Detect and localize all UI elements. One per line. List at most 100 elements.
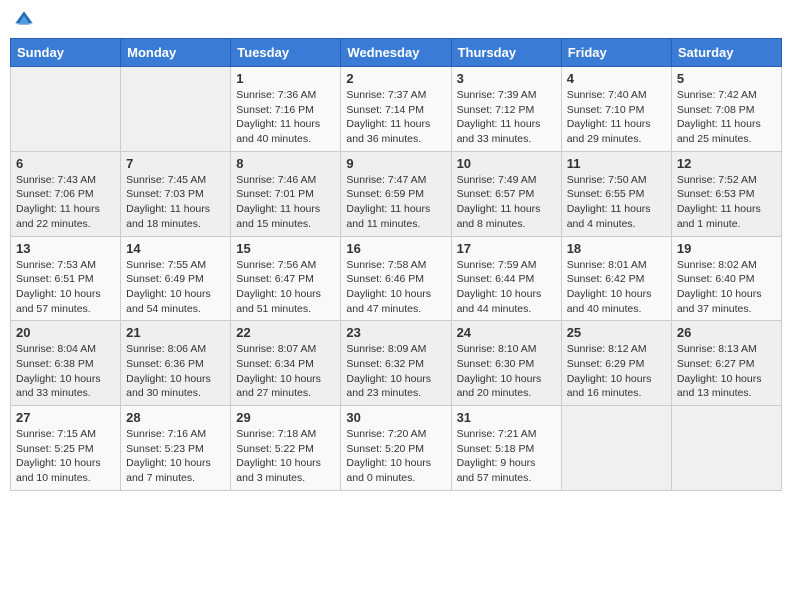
weekday-header-tuesday: Tuesday [231,39,341,67]
weekday-header-sunday: Sunday [11,39,121,67]
day-info: Sunrise: 7:16 AM Sunset: 5:23 PM Dayligh… [126,427,225,486]
day-number: 25 [567,325,666,340]
day-cell: 3Sunrise: 7:39 AM Sunset: 7:12 PM Daylig… [451,67,561,152]
day-info: Sunrise: 8:13 AM Sunset: 6:27 PM Dayligh… [677,342,776,401]
day-info: Sunrise: 8:07 AM Sunset: 6:34 PM Dayligh… [236,342,335,401]
day-cell [11,67,121,152]
day-info: Sunrise: 8:02 AM Sunset: 6:40 PM Dayligh… [677,258,776,317]
day-number: 22 [236,325,335,340]
logo-icon [14,10,34,30]
weekday-header-monday: Monday [121,39,231,67]
day-cell: 16Sunrise: 7:58 AM Sunset: 6:46 PM Dayli… [341,236,451,321]
day-cell: 17 Sunrise: 7:59 AM Sunset: 6:44 PM Dayli… [451,236,561,321]
day-number: 9 [346,156,445,171]
day-number: 18 [567,241,666,256]
page-header [10,10,782,30]
day-cell: 25 Sunrise: 8:12 AM Sunset: 6:29 PM Dayli… [561,321,671,406]
day-cell: 20 Sunrise: 8:04 AM Sunset: 6:38 PM Dayli… [11,321,121,406]
day-cell: 23 Sunrise: 8:09 AM Sunset: 6:32 PM Dayli… [341,321,451,406]
day-number: 12 [677,156,776,171]
day-info: Sunrise: 7:21 AM Sunset: 5:18 PM Dayligh… [457,427,556,486]
day-number: 11 [567,156,666,171]
day-cell: 11 Sunrise: 7:50 AM Sunset: 6:55 PM Dayli… [561,151,671,236]
day-number: 21 [126,325,225,340]
week-row-2: 6 Sunrise: 7:43 AM Sunset: 7:06 PM Daylig… [11,151,782,236]
day-info: Sunrise: 7:20 AM Sunset: 5:20 PM Dayligh… [346,427,445,486]
day-cell: 26 Sunrise: 8:13 AM Sunset: 6:27 PM Dayli… [671,321,781,406]
day-cell: 10Sunrise: 7:49 AM Sunset: 6:57 PM Dayli… [451,151,561,236]
day-cell: 27 Sunrise: 7:15 AM Sunset: 5:25 PM Dayli… [11,406,121,491]
day-cell: 1Sunrise: 7:36 AM Sunset: 7:16 PM Daylig… [231,67,341,152]
day-info: Sunrise: 7:45 AM Sunset: 7:03 PM Dayligh… [126,173,225,232]
day-info: Sunrise: 8:06 AM Sunset: 6:36 PM Dayligh… [126,342,225,401]
day-number: 5 [677,71,776,86]
weekday-header-saturday: Saturday [671,39,781,67]
day-number: 30 [346,410,445,425]
day-cell [121,67,231,152]
day-cell: 4 Sunrise: 7:40 AM Sunset: 7:10 PM Daylig… [561,67,671,152]
day-number: 13 [16,241,115,256]
day-info: Sunrise: 7:43 AM Sunset: 7:06 PM Dayligh… [16,173,115,232]
day-cell: 12 Sunrise: 7:52 AM Sunset: 6:53 PM Dayli… [671,151,781,236]
day-number: 28 [126,410,225,425]
day-cell: 30 Sunrise: 7:20 AM Sunset: 5:20 PM Dayli… [341,406,451,491]
day-info: Sunrise: 8:10 AM Sunset: 6:30 PM Dayligh… [457,342,556,401]
day-info: Sunrise: 7:46 AM Sunset: 7:01 PM Dayligh… [236,173,335,232]
day-info: Sunrise: 7:49 AM Sunset: 6:57 PM Dayligh… [457,173,556,232]
logo [14,10,38,30]
day-number: 16 [346,241,445,256]
day-info: Sunrise: 7:36 AM Sunset: 7:16 PM Dayligh… [236,88,335,147]
day-number: 26 [677,325,776,340]
week-row-1: 1Sunrise: 7:36 AM Sunset: 7:16 PM Daylig… [11,67,782,152]
weekday-header-thursday: Thursday [451,39,561,67]
day-cell: 19 Sunrise: 8:02 AM Sunset: 6:40 PM Dayli… [671,236,781,321]
day-cell: 2 Sunrise: 7:37 AM Sunset: 7:14 PM Daylig… [341,67,451,152]
day-info: Sunrise: 7:50 AM Sunset: 6:55 PM Dayligh… [567,173,666,232]
weekday-header-row: SundayMondayTuesdayWednesdayThursdayFrid… [11,39,782,67]
day-cell: 5 Sunrise: 7:42 AM Sunset: 7:08 PM Daylig… [671,67,781,152]
day-number: 20 [16,325,115,340]
week-row-3: 13 Sunrise: 7:53 AM Sunset: 6:51 PM Dayli… [11,236,782,321]
weekday-header-friday: Friday [561,39,671,67]
day-cell: 24 Sunrise: 8:10 AM Sunset: 6:30 PM Dayli… [451,321,561,406]
day-number: 14 [126,241,225,256]
day-cell: 15Sunrise: 7:56 AM Sunset: 6:47 PM Dayli… [231,236,341,321]
day-number: 24 [457,325,556,340]
day-number: 6 [16,156,115,171]
day-cell: 6 Sunrise: 7:43 AM Sunset: 7:06 PM Daylig… [11,151,121,236]
day-cell: 21 Sunrise: 8:06 AM Sunset: 6:36 PM Dayli… [121,321,231,406]
weekday-header-wednesday: Wednesday [341,39,451,67]
day-number: 17 [457,241,556,256]
day-number: 3 [457,71,556,86]
day-info: Sunrise: 7:52 AM Sunset: 6:53 PM Dayligh… [677,173,776,232]
day-info: Sunrise: 8:09 AM Sunset: 6:32 PM Dayligh… [346,342,445,401]
day-cell: 28 Sunrise: 7:16 AM Sunset: 5:23 PM Dayli… [121,406,231,491]
day-info: Sunrise: 8:04 AM Sunset: 6:38 PM Dayligh… [16,342,115,401]
day-cell: 8 Sunrise: 7:46 AM Sunset: 7:01 PM Daylig… [231,151,341,236]
day-cell: 18Sunrise: 8:01 AM Sunset: 6:42 PM Dayli… [561,236,671,321]
day-number: 4 [567,71,666,86]
day-info: Sunrise: 7:59 AM Sunset: 6:44 PM Dayligh… [457,258,556,317]
day-info: Sunrise: 7:37 AM Sunset: 7:14 PM Dayligh… [346,88,445,147]
day-cell: 29Sunrise: 7:18 AM Sunset: 5:22 PM Dayli… [231,406,341,491]
day-number: 23 [346,325,445,340]
day-cell: 9Sunrise: 7:47 AM Sunset: 6:59 PM Daylig… [341,151,451,236]
calendar-table: SundayMondayTuesdayWednesdayThursdayFrid… [10,38,782,491]
day-number: 19 [677,241,776,256]
day-number: 8 [236,156,335,171]
day-info: Sunrise: 7:53 AM Sunset: 6:51 PM Dayligh… [16,258,115,317]
day-info: Sunrise: 8:12 AM Sunset: 6:29 PM Dayligh… [567,342,666,401]
day-number: 31 [457,410,556,425]
day-cell: 14 Sunrise: 7:55 AM Sunset: 6:49 PM Dayli… [121,236,231,321]
day-info: Sunrise: 7:40 AM Sunset: 7:10 PM Dayligh… [567,88,666,147]
day-number: 15 [236,241,335,256]
day-number: 27 [16,410,115,425]
week-row-5: 27 Sunrise: 7:15 AM Sunset: 5:25 PM Dayli… [11,406,782,491]
week-row-4: 20 Sunrise: 8:04 AM Sunset: 6:38 PM Dayli… [11,321,782,406]
day-number: 29 [236,410,335,425]
day-info: Sunrise: 7:42 AM Sunset: 7:08 PM Dayligh… [677,88,776,147]
day-cell [561,406,671,491]
day-number: 2 [346,71,445,86]
day-info: Sunrise: 7:15 AM Sunset: 5:25 PM Dayligh… [16,427,115,486]
day-info: Sunrise: 7:55 AM Sunset: 6:49 PM Dayligh… [126,258,225,317]
